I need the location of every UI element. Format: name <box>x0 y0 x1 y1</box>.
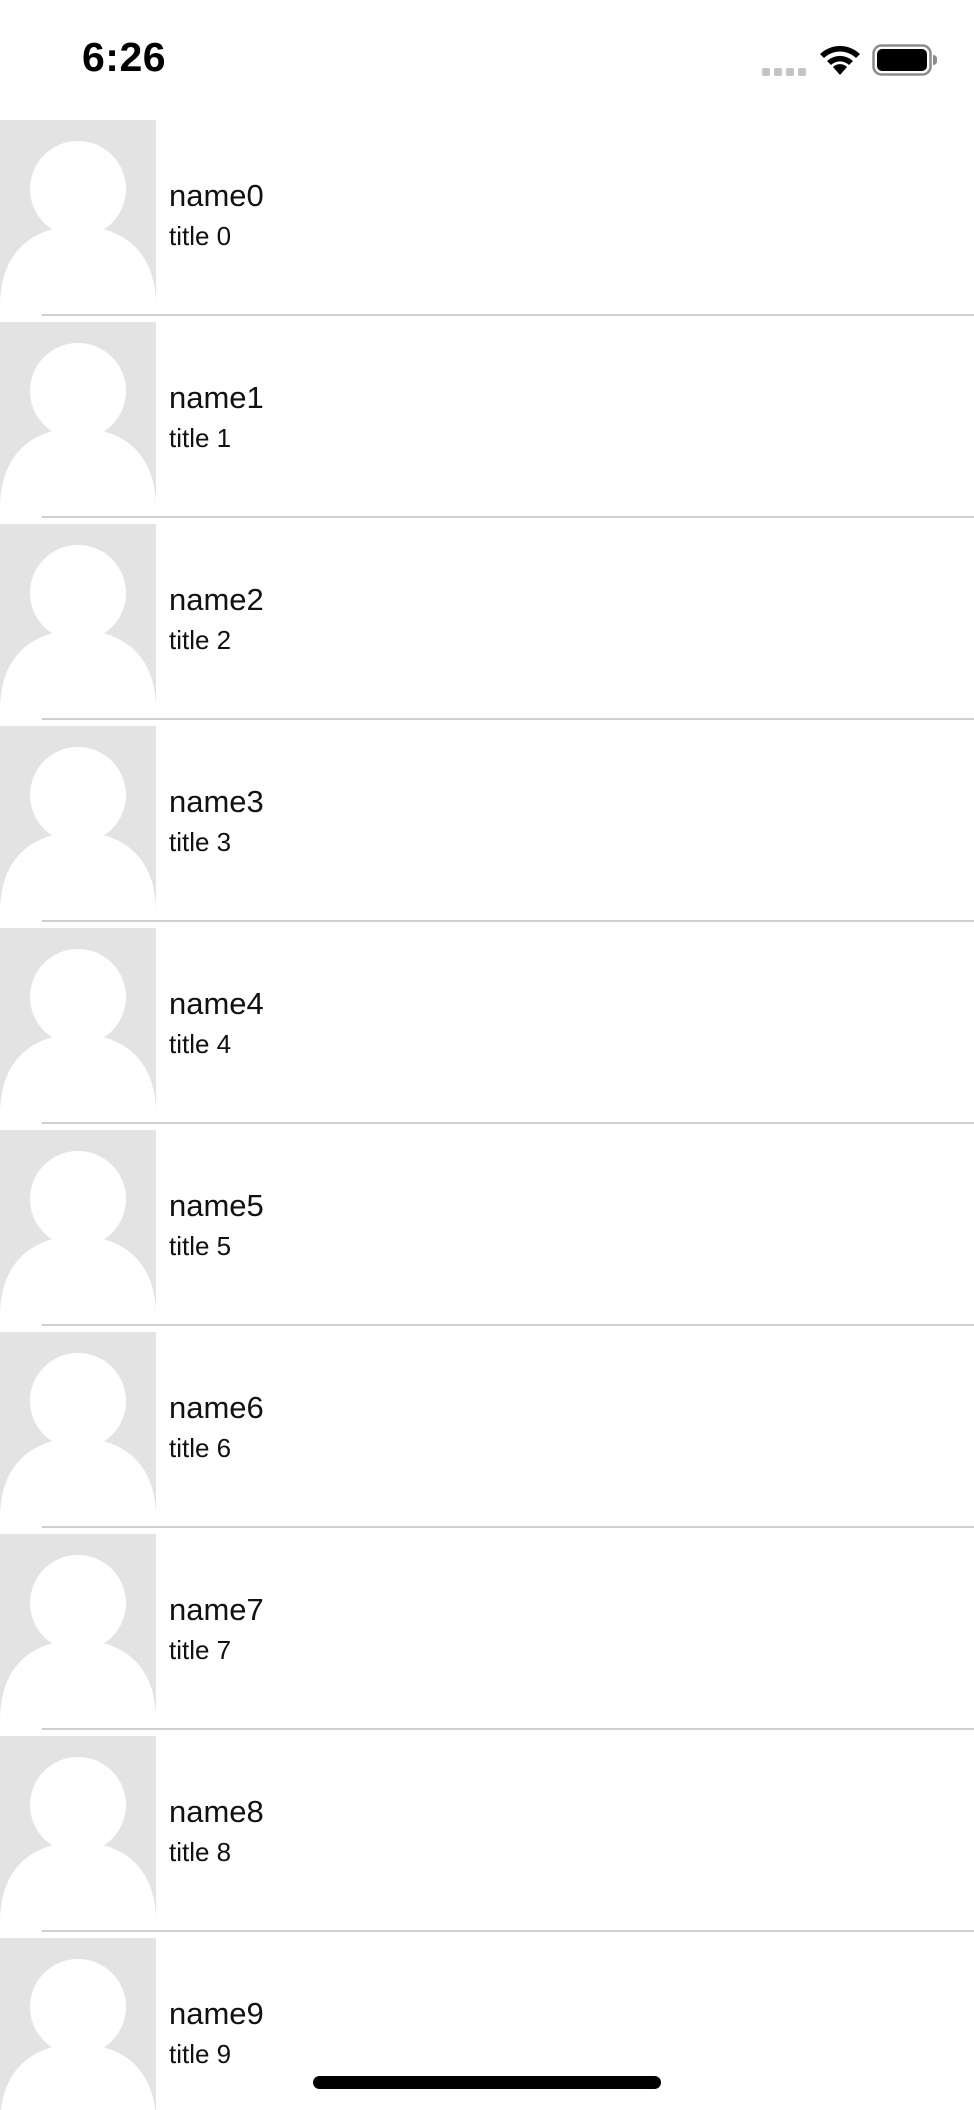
avatar-placeholder-icon <box>0 928 156 1114</box>
wifi-icon <box>820 46 860 75</box>
contact-name: name5 <box>169 1188 264 1223</box>
contact-name: name3 <box>169 784 264 819</box>
contact-row-7[interactable]: name7 title 7 <box>0 1534 974 1736</box>
row-text: name1 title 1 <box>169 380 264 454</box>
contact-row-3[interactable]: name3 title 3 <box>0 726 974 928</box>
row-separator <box>42 1324 974 1326</box>
contact-title: title 1 <box>169 423 232 453</box>
contact-title: title 8 <box>169 1837 232 1867</box>
contact-list: name0 title 0 name1 title 1 name2 title … <box>0 120 974 2110</box>
avatar-placeholder-icon <box>0 726 156 912</box>
contact-title: title 4 <box>169 1029 232 1059</box>
status-time: 6:26 <box>82 34 167 80</box>
avatar-placeholder-icon <box>0 1534 156 1720</box>
row-text: name9 title 9 <box>169 1996 264 2070</box>
contact-name: name4 <box>169 986 264 1021</box>
row-text: name0 title 0 <box>169 178 264 252</box>
contact-name: name0 <box>169 178 264 213</box>
status-bar: 6:26 <box>0 0 974 120</box>
row-separator <box>42 718 974 720</box>
contact-row-2[interactable]: name2 title 2 <box>0 524 974 726</box>
row-separator <box>42 1526 974 1528</box>
contact-title: title 0 <box>169 221 232 251</box>
screen: 6:26 name0 title 0 name1 title 1 name2 t… <box>0 0 974 2110</box>
row-text: name4 title 4 <box>169 986 264 1060</box>
signal-icon <box>762 68 806 76</box>
contact-title: title 2 <box>169 625 232 655</box>
row-separator <box>42 920 974 922</box>
contact-row-4[interactable]: name4 title 4 <box>0 928 974 1130</box>
row-separator <box>42 1122 974 1124</box>
contact-name: name7 <box>169 1592 264 1627</box>
row-text: name8 title 8 <box>169 1794 264 1868</box>
battery-icon <box>872 44 937 76</box>
row-separator <box>42 314 974 316</box>
contact-title: title 7 <box>169 1635 232 1665</box>
home-indicator[interactable] <box>313 2076 661 2089</box>
row-text: name3 title 3 <box>169 784 264 858</box>
contact-row-8[interactable]: name8 title 8 <box>0 1736 974 1938</box>
contact-name: name8 <box>169 1794 264 1829</box>
contact-name: name9 <box>169 1996 264 2031</box>
contact-name: name1 <box>169 380 264 415</box>
contact-row-6[interactable]: name6 title 6 <box>0 1332 974 1534</box>
avatar-placeholder-icon <box>0 1332 156 1518</box>
row-separator <box>42 516 974 518</box>
contact-title: title 6 <box>169 1433 232 1463</box>
contact-title: title 9 <box>169 2039 232 2069</box>
contact-row-5[interactable]: name5 title 5 <box>0 1130 974 1332</box>
contact-title: title 5 <box>169 1231 232 1261</box>
contact-title: title 3 <box>169 827 232 857</box>
avatar-placeholder-icon <box>0 322 156 508</box>
contact-name: name6 <box>169 1390 264 1425</box>
row-text: name2 title 2 <box>169 582 264 656</box>
row-text: name7 title 7 <box>169 1592 264 1666</box>
avatar-placeholder-icon <box>0 120 156 306</box>
contact-row-0[interactable]: name0 title 0 <box>0 120 974 322</box>
contact-name: name2 <box>169 582 264 617</box>
row-text: name6 title 6 <box>169 1390 264 1464</box>
row-text: name5 title 5 <box>169 1188 264 1262</box>
row-separator <box>42 1728 974 1730</box>
avatar-placeholder-icon <box>0 1736 156 1922</box>
row-separator <box>42 1930 974 1932</box>
contact-row-1[interactable]: name1 title 1 <box>0 322 974 524</box>
avatar-placeholder-icon <box>0 1938 156 2110</box>
avatar-placeholder-icon <box>0 524 156 710</box>
avatar-placeholder-icon <box>0 1130 156 1316</box>
